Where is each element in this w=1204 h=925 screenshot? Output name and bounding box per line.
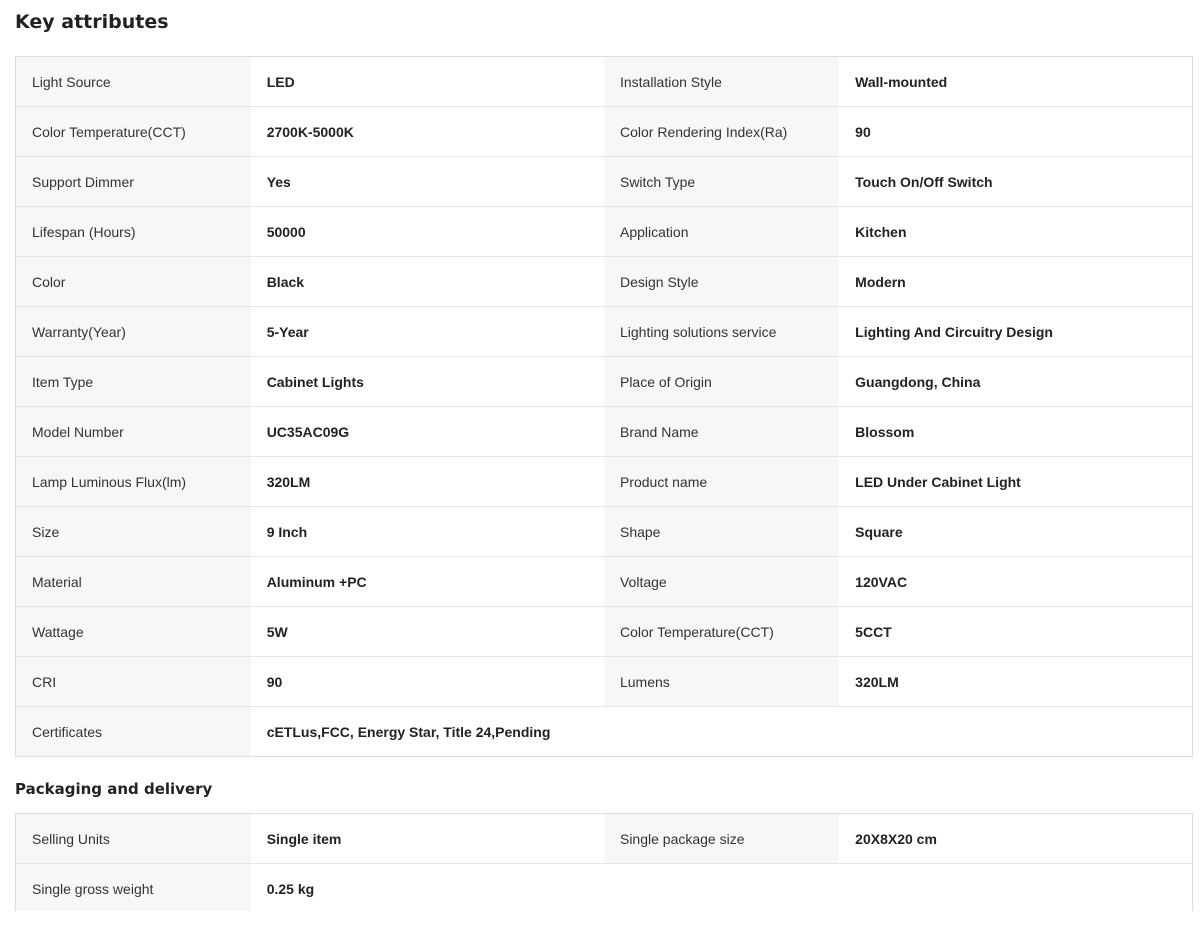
table-row: Single gross weight 0.25 kg	[15, 863, 1193, 911]
attribute-label: Place of Origin	[603, 356, 840, 407]
attribute-value: 9 Inch	[250, 506, 604, 557]
attribute-label: Certificates	[15, 706, 251, 757]
product-details: Key attributes Light Source LED Installa…	[15, 0, 1193, 911]
attribute-label: Support Dimmer	[15, 156, 251, 207]
attribute-label: Single gross weight	[15, 863, 251, 911]
attribute-label: Color Rendering Index(Ra)	[603, 106, 840, 157]
attribute-value: Blossom	[839, 406, 1193, 457]
attribute-label: Lighting solutions service	[603, 306, 840, 357]
attribute-value: 2700K-5000K	[250, 106, 604, 157]
attribute-value: Single item	[250, 813, 604, 864]
table-row: Color Temperature(CCT) 2700K-5000K Color…	[15, 106, 1193, 157]
attribute-label: Model Number	[15, 406, 251, 457]
attribute-label: Single package size	[603, 813, 840, 864]
attribute-label: Lifespan (Hours)	[15, 206, 251, 257]
attribute-value: 120VAC	[839, 556, 1193, 607]
attribute-value: 5W	[250, 606, 604, 657]
attribute-value: Wall-mounted	[839, 56, 1193, 107]
packaging-title: Packaging and delivery	[15, 780, 213, 798]
attribute-label: Lumens	[603, 656, 840, 707]
attribute-label: Design Style	[603, 256, 840, 307]
table-row: Item Type Cabinet Lights Place of Origin…	[15, 356, 1193, 407]
attribute-label: Shape	[603, 506, 840, 557]
table-row: Material Aluminum +PC Voltage 120VAC	[15, 556, 1193, 607]
attribute-value: Modern	[839, 256, 1193, 307]
attribute-label: Color Temperature(CCT)	[15, 106, 251, 157]
attribute-label: CRI	[15, 656, 251, 707]
attribute-value: cETLus,FCC, Energy Star, Title 24,Pendin…	[250, 706, 1193, 757]
attribute-label: Brand Name	[603, 406, 840, 457]
attribute-label: Product name	[603, 456, 840, 507]
attribute-value: 20X8X20 cm	[839, 813, 1193, 864]
table-row: Wattage 5W Color Temperature(CCT) 5CCT	[15, 606, 1193, 657]
attribute-value: 50000	[250, 206, 604, 257]
attribute-value: 5-Year	[250, 306, 604, 357]
table-row: CRI 90 Lumens 320LM	[15, 656, 1193, 707]
attribute-label: Selling Units	[15, 813, 251, 864]
attribute-label: Wattage	[15, 606, 251, 657]
attribute-value: Yes	[250, 156, 604, 207]
attribute-label: Item Type	[15, 356, 251, 407]
attribute-value: 5CCT	[839, 606, 1193, 657]
attribute-value: 0.25 kg	[250, 863, 1193, 911]
attribute-label: Material	[15, 556, 251, 607]
attribute-value: Square	[839, 506, 1193, 557]
attribute-label: Size	[15, 506, 251, 557]
table-row: Lamp Luminous Flux(lm) 320LM Product nam…	[15, 456, 1193, 507]
attribute-value: UC35AC09G	[250, 406, 604, 457]
attribute-value: Touch On/Off Switch	[839, 156, 1193, 207]
key-attributes-table: Light Source LED Installation Style Wall…	[15, 56, 1193, 757]
attribute-value: Kitchen	[839, 206, 1193, 257]
key-attributes-title: Key attributes	[15, 11, 169, 33]
attribute-value: Black	[250, 256, 604, 307]
packaging-table-viewport: Selling Units Single item Single package…	[15, 813, 1193, 911]
attribute-value: 90	[250, 656, 604, 707]
attribute-value: LED Under Cabinet Light	[839, 456, 1193, 507]
attribute-label: Switch Type	[603, 156, 840, 207]
attribute-value: Guangdong, China	[839, 356, 1193, 407]
attribute-label: Color	[15, 256, 251, 307]
attribute-label: Warranty(Year)	[15, 306, 251, 357]
table-row: Support Dimmer Yes Switch Type Touch On/…	[15, 156, 1193, 207]
attribute-label: Light Source	[15, 56, 251, 107]
attribute-label: Voltage	[603, 556, 840, 607]
table-row: Certificates cETLus,FCC, Energy Star, Ti…	[15, 706, 1193, 757]
attribute-value: LED	[250, 56, 604, 107]
attribute-value: Aluminum +PC	[250, 556, 604, 607]
attribute-value: Cabinet Lights	[250, 356, 604, 407]
table-row: Model Number UC35AC09G Brand Name Blosso…	[15, 406, 1193, 457]
table-row: Selling Units Single item Single package…	[15, 813, 1193, 864]
attribute-value: 320LM	[839, 656, 1193, 707]
attribute-value: 90	[839, 106, 1193, 157]
packaging-table: Selling Units Single item Single package…	[15, 813, 1193, 911]
table-row: Color Black Design Style Modern	[15, 256, 1193, 307]
attribute-label: Color Temperature(CCT)	[603, 606, 840, 657]
attribute-label: Application	[603, 206, 840, 257]
table-row: Light Source LED Installation Style Wall…	[15, 56, 1193, 107]
attribute-value: 320LM	[250, 456, 604, 507]
attribute-label: Installation Style	[603, 56, 840, 107]
attribute-label: Lamp Luminous Flux(lm)	[15, 456, 251, 507]
attribute-value: Lighting And Circuitry Design	[839, 306, 1193, 357]
table-row: Warranty(Year) 5-Year Lighting solutions…	[15, 306, 1193, 357]
table-row: Size 9 Inch Shape Square	[15, 506, 1193, 557]
table-row: Lifespan (Hours) 50000 Application Kitch…	[15, 206, 1193, 257]
